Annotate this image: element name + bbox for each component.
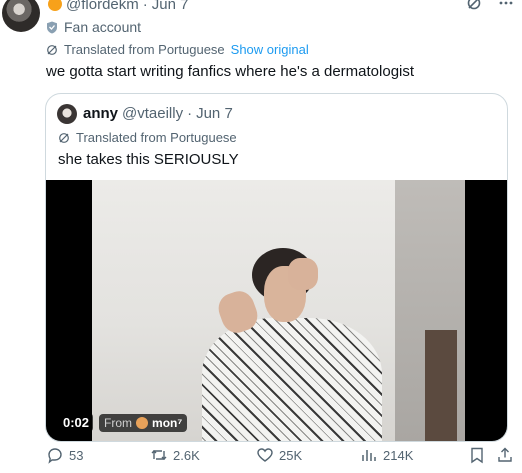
quoted-tweet[interactable]: anny @vtaeilly · Jun 7 Translated from P…	[45, 93, 508, 442]
shield-icon	[46, 21, 58, 34]
fan-account-text: Fan account	[64, 19, 142, 35]
quoted-tweet-date[interactable]: Jun 7	[196, 105, 233, 122]
grok-icon[interactable]	[466, 0, 482, 11]
video-overlay: 0:02 From mon⁷	[59, 413, 188, 432]
tweet-header: @flordekm · Jun 7	[48, 0, 188, 13]
video-person-shirt	[202, 318, 382, 441]
quoted-translated-from-text: Translated from Portuguese	[76, 130, 237, 145]
video-source-avatar	[136, 416, 149, 429]
quoted-translation-notice: Translated from Portuguese	[58, 130, 237, 145]
repost-button[interactable]: 2.6K	[150, 446, 200, 464]
heart-icon	[256, 446, 274, 464]
tweet-top-actions	[466, 0, 514, 11]
video-player[interactable]: 0:02 From mon⁷	[46, 180, 507, 441]
translated-from-text: Translated from Portuguese	[64, 42, 225, 57]
repost-icon	[150, 446, 168, 464]
views-icon	[360, 446, 378, 464]
translate-icon	[58, 132, 70, 144]
quoted-author-name[interactable]: anny	[83, 105, 118, 122]
views-count: 214K	[383, 447, 414, 463]
more-icon[interactable]	[498, 0, 514, 11]
author-avatar[interactable]	[2, 0, 40, 32]
video-door	[425, 330, 457, 441]
views-button[interactable]: 214K	[360, 446, 413, 464]
reply-icon	[46, 446, 64, 464]
translation-notice: Translated from Portuguese Show original	[46, 42, 309, 57]
video-source-name: mon⁷	[152, 415, 183, 430]
quoted-tweet-header: anny @vtaeilly · Jun 7	[83, 105, 233, 122]
translate-icon	[46, 44, 58, 56]
tweet-text: we gotta start writing fanfics where he'…	[46, 63, 415, 80]
bookmark-icon	[468, 446, 486, 464]
quoted-author-handle[interactable]: @vtaeilly	[122, 105, 183, 122]
header-separator: ·	[142, 0, 148, 13]
quoted-header-separator: ·	[187, 105, 193, 122]
author-handle[interactable]: @flordekm	[66, 0, 139, 13]
video-person-hand-right	[288, 258, 318, 290]
like-button[interactable]: 25K	[256, 446, 302, 464]
fan-account-label: Fan account	[46, 19, 141, 35]
video-timestamp: 0:02	[59, 413, 94, 432]
orange-emoji-icon	[48, 0, 62, 11]
bookmark-button[interactable]	[468, 446, 486, 464]
quoted-tweet-text: she takes this SERIOUSLY	[58, 151, 239, 168]
repost-count: 2.6K	[173, 447, 200, 463]
video-from-label: From	[104, 415, 133, 430]
reply-button[interactable]: 53	[46, 446, 83, 464]
reply-count: 53	[69, 447, 84, 463]
video-frame	[92, 180, 465, 441]
like-count: 25K	[279, 447, 303, 463]
show-original-link[interactable]: Show original	[231, 42, 309, 57]
share-button[interactable]	[496, 446, 514, 464]
quoted-author-avatar[interactable]	[57, 104, 77, 124]
tweet-date[interactable]: Jun 7	[152, 0, 189, 13]
share-icon	[496, 446, 514, 464]
video-source-badge[interactable]: From mon⁷	[99, 413, 188, 432]
